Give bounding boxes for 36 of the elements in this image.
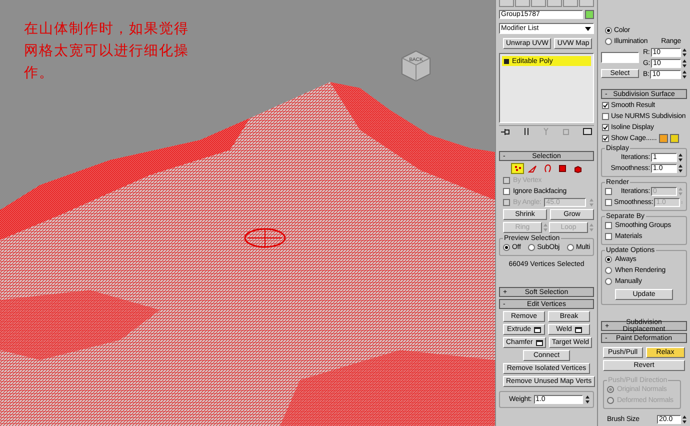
radio-button[interactable] <box>605 38 612 45</box>
vertex-dots-icon <box>514 165 522 172</box>
radio-button[interactable] <box>528 244 536 251</box>
cage-color-swatch[interactable] <box>658 134 668 143</box>
subobject-level-button[interactable] <box>511 163 524 174</box>
color-swatch[interactable] <box>601 52 639 63</box>
checkbox[interactable] <box>602 135 609 142</box>
checkbox[interactable] <box>605 222 612 229</box>
configure-icon[interactable] <box>583 128 592 135</box>
checkbox[interactable] <box>602 102 609 109</box>
checkbox[interactable] <box>602 113 609 120</box>
caret-icon <box>585 26 591 30</box>
radio-button[interactable] <box>605 256 612 263</box>
cage-color-swatch[interactable] <box>670 134 679 143</box>
edge-triangle-icon <box>528 164 537 172</box>
checkbox[interactable] <box>503 188 510 195</box>
subobject-level-button[interactable] <box>526 163 539 174</box>
element-cube-icon <box>574 164 582 172</box>
checkbox[interactable] <box>602 124 609 131</box>
settings-window-icon[interactable] <box>534 326 542 332</box>
radio-button[interactable] <box>605 278 612 285</box>
pin-icon[interactable] <box>501 128 510 135</box>
square-icon <box>504 58 509 64</box>
settings-window-icon[interactable] <box>536 340 543 346</box>
radio-button[interactable] <box>605 27 612 34</box>
checkbox[interactable] <box>605 233 612 240</box>
pipe-icon[interactable] <box>524 128 529 135</box>
radio-button[interactable] <box>605 267 612 274</box>
annotation-text: 在山体制作时，如果觉得网格太宽可以进行细化操作。 <box>24 20 190 83</box>
radio-button[interactable] <box>503 244 510 251</box>
subobject-level-button[interactable] <box>556 163 569 174</box>
object-color-swatch[interactable] <box>585 10 594 19</box>
border-loop-icon <box>544 164 552 173</box>
settings-window-icon[interactable] <box>574 326 582 332</box>
radio-button[interactable] <box>566 244 574 251</box>
polygon-square-icon <box>559 165 566 172</box>
